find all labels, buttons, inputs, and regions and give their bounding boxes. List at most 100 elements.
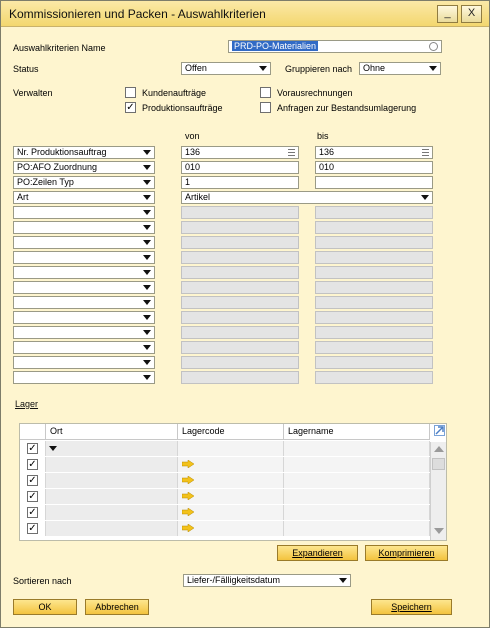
warehouse-name-cell[interactable]	[284, 457, 430, 472]
row-select-cell[interactable]: ✓	[20, 489, 46, 504]
checkbox-production-orders[interactable]: ✓	[125, 102, 136, 113]
sort-select[interactable]: Liefer-/Fälligkeitsdatum	[183, 574, 351, 587]
link-arrow-icon[interactable]	[182, 524, 194, 532]
warehouse-name-cell[interactable]	[284, 521, 430, 536]
scroll-down-icon[interactable]	[434, 528, 444, 534]
criterion-to-input-3[interactable]	[315, 176, 433, 189]
criterion-select-empty[interactable]	[13, 221, 155, 234]
scroll-thumb[interactable]	[432, 458, 445, 470]
item-type-select[interactable]: Artikel	[181, 191, 433, 204]
scroll-up-icon[interactable]	[434, 446, 444, 452]
location-cell[interactable]	[46, 489, 178, 504]
ok-button[interactable]: OK	[13, 599, 77, 615]
table-row[interactable]: ✓	[20, 473, 430, 488]
criterion-select-3[interactable]: PO:Zeilen Typ	[13, 176, 155, 189]
warehouse-code-cell[interactable]	[178, 521, 284, 536]
chevron-down-icon	[143, 240, 151, 245]
grid-scrollbar[interactable]	[430, 442, 446, 540]
table-row[interactable]: ✓	[20, 441, 430, 456]
link-arrow-icon[interactable]	[182, 492, 194, 500]
criterion-select-1[interactable]: Nr. Produktionsauftrag	[13, 146, 155, 159]
location-cell[interactable]	[46, 457, 178, 472]
warehouse-code-cell[interactable]	[178, 505, 284, 520]
criterion-select-empty[interactable]	[13, 356, 155, 369]
row-checkbox[interactable]: ✓	[27, 459, 38, 470]
group-select[interactable]: Ohne	[359, 62, 441, 75]
warehouse-name-cell[interactable]	[284, 473, 430, 488]
row-checkbox[interactable]: ✓	[27, 523, 38, 534]
column-header-warehouse-name[interactable]: Lagername	[284, 424, 430, 440]
row-checkbox[interactable]: ✓	[27, 475, 38, 486]
warehouse-grid[interactable]: Ort Lagercode Lagername ✓ ✓ ✓ ✓ ✓ ✓	[19, 423, 447, 541]
row-select-cell[interactable]: ✓	[20, 473, 46, 488]
warehouse-code-cell[interactable]	[178, 473, 284, 488]
warehouse-code-cell[interactable]	[178, 457, 284, 472]
criterion-select-empty[interactable]	[13, 326, 155, 339]
link-arrow-icon[interactable]	[182, 460, 194, 468]
warehouse-code-cell[interactable]	[178, 489, 284, 504]
criterion-select-empty[interactable]	[13, 251, 155, 264]
criterion-select-empty[interactable]	[13, 371, 155, 384]
lookup-icon[interactable]	[429, 42, 438, 51]
row-checkbox[interactable]: ✓	[27, 443, 38, 454]
criterion-select-empty[interactable]	[13, 281, 155, 294]
warehouse-code-cell[interactable]	[178, 441, 284, 456]
table-row[interactable]: ✓	[20, 521, 430, 536]
chevron-down-icon[interactable]	[49, 446, 57, 451]
criterion-select-empty[interactable]	[13, 266, 155, 279]
row-select-cell[interactable]: ✓	[20, 457, 46, 472]
warehouse-section-link[interactable]: Lager	[15, 399, 38, 409]
criterion-select-empty[interactable]	[13, 341, 155, 354]
warehouse-name-cell[interactable]	[284, 505, 430, 520]
criterion-to-disabled	[315, 356, 433, 369]
criterion-select-empty[interactable]	[13, 311, 155, 324]
save-button[interactable]: Speichern	[371, 599, 452, 615]
criteria-name-input[interactable]: PRD-PO-Materialien	[228, 40, 442, 53]
criterion-select-empty[interactable]	[13, 296, 155, 309]
criterion-to-input-1[interactable]: 136	[315, 146, 433, 159]
criterion-select-2[interactable]: PO:AFO Zuordnung	[13, 161, 155, 174]
table-row[interactable]: ✓	[20, 457, 430, 472]
table-row[interactable]: ✓	[20, 489, 430, 504]
table-row[interactable]: ✓	[20, 505, 430, 520]
warehouse-name-cell[interactable]	[284, 489, 430, 504]
criterion-from-input-2[interactable]: 010	[181, 161, 299, 174]
expand-button[interactable]: Expandieren	[277, 545, 358, 561]
chevron-down-icon	[143, 360, 151, 365]
criterion-from-input-1[interactable]: 136	[181, 146, 299, 159]
minimize-button[interactable]: _	[437, 5, 458, 23]
column-header-warehouse-code[interactable]: Lagercode	[178, 424, 284, 440]
criterion-to-disabled	[315, 206, 433, 219]
cancel-button[interactable]: Abbrechen	[85, 599, 149, 615]
list-icon[interactable]	[288, 149, 295, 156]
criterion-to-input-2[interactable]: 010	[315, 161, 433, 174]
checkbox-transfer-requests[interactable]	[260, 102, 271, 113]
criterion-select-empty[interactable]	[13, 206, 155, 219]
location-cell[interactable]	[46, 505, 178, 520]
location-cell[interactable]	[46, 473, 178, 488]
location-cell[interactable]	[46, 521, 178, 536]
compress-button[interactable]: Komprimieren	[365, 545, 448, 561]
link-arrow-icon[interactable]	[182, 508, 194, 516]
criterion-select-empty[interactable]	[13, 236, 155, 249]
row-checkbox[interactable]: ✓	[27, 491, 38, 502]
row-select-cell[interactable]: ✓	[20, 505, 46, 520]
sort-value: Liefer-/Fälligkeitsdatum	[187, 575, 281, 585]
close-button[interactable]: X	[461, 5, 482, 23]
status-value: Offen	[185, 63, 207, 73]
row-select-cell[interactable]: ✓	[20, 521, 46, 536]
column-header-location[interactable]: Ort	[46, 424, 178, 440]
checkbox-advance-invoices[interactable]	[260, 87, 271, 98]
row-select-cell[interactable]: ✓	[20, 441, 46, 456]
expand-grid-icon[interactable]	[434, 425, 445, 436]
warehouse-name-cell[interactable]	[284, 441, 430, 456]
checkbox-sales-orders[interactable]	[125, 87, 136, 98]
criterion-from-input-3[interactable]: 1	[181, 176, 299, 189]
row-checkbox[interactable]: ✓	[27, 507, 38, 518]
link-arrow-icon[interactable]	[182, 476, 194, 484]
location-cell[interactable]	[46, 441, 178, 456]
title-bar[interactable]: Kommissionieren und Packen - Auswahlkrit…	[1, 1, 489, 27]
status-select[interactable]: Offen	[181, 62, 271, 75]
criterion-select-4[interactable]: Art	[13, 191, 155, 204]
list-icon[interactable]	[422, 149, 429, 156]
